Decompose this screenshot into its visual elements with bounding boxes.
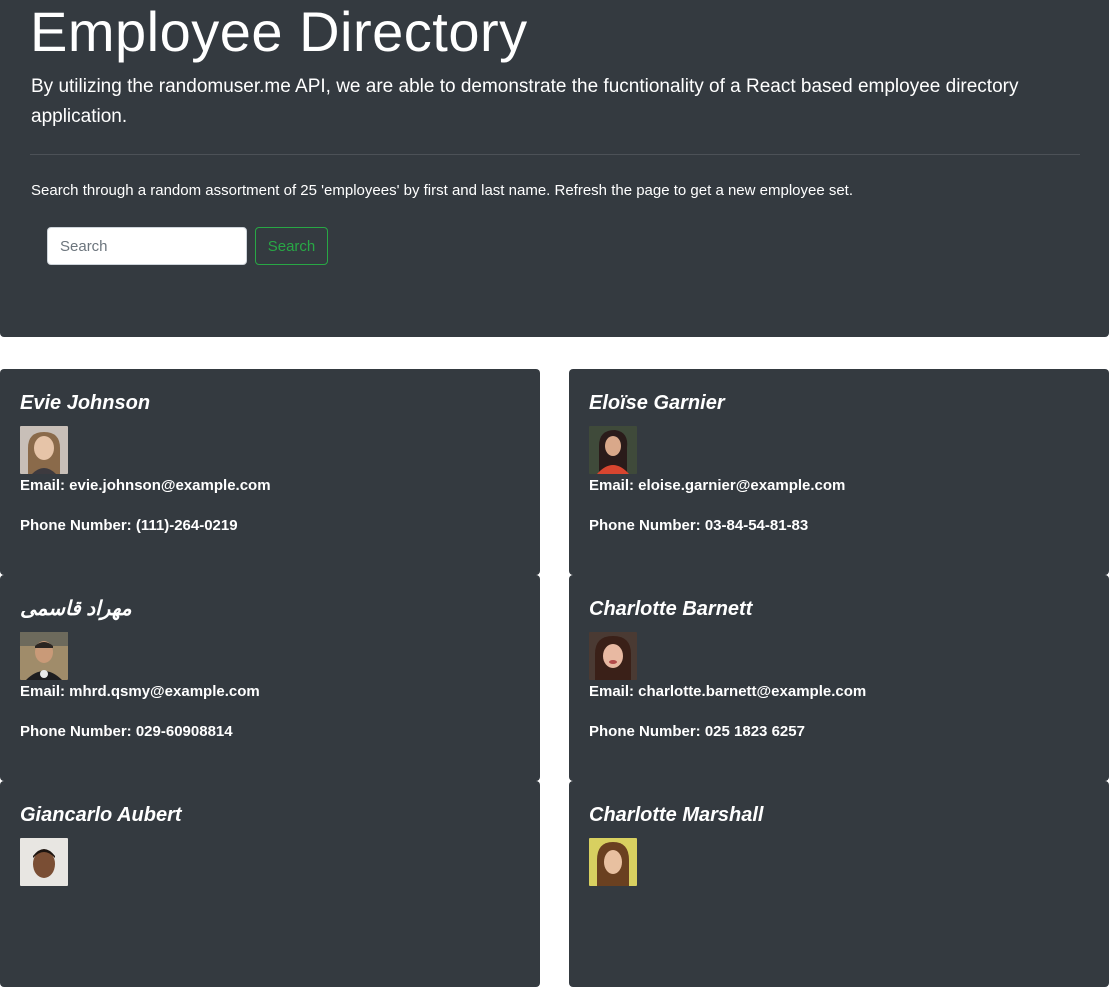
search-instructions: Search through a random assortment of 25… [31,182,854,199]
employee-email: Email: charlotte.barnett@example.com [589,683,867,700]
avatar [589,426,637,474]
avatar [589,838,637,886]
employee-email: Email: eloise.garnier@example.com [589,477,846,494]
page-title: Employee Directory [30,0,528,63]
employee-card: Eloïse Garnier Email: eloise.garnier@exa… [569,369,1109,575]
employee-card: Evie Johnson Email: evie.johnson@example… [0,369,540,575]
employee-card: Charlotte Marshall [569,781,1109,987]
search-input[interactable] [47,227,247,265]
employee-card: Giancarlo Aubert [0,781,540,987]
employee-card: مهراد قاسمی Email: mhrd.qsmy@example.com… [0,575,540,781]
page-description: By utilizing the randomuser.me API, we a… [31,76,1019,127]
avatar [20,632,68,680]
employee-name: Giancarlo Aubert [20,804,182,826]
employee-name: Evie Johnson [20,392,151,414]
search-button[interactable]: Search [255,227,328,265]
avatar [589,632,637,680]
header-divider [30,154,1080,155]
employee-name: مهراد قاسمی [20,598,132,620]
employee-card: Charlotte Barnett Email: charlotte.barne… [569,575,1109,781]
header-jumbotron: Employee Directory By utilizing the rand… [0,0,1109,337]
employee-name: Charlotte Barnett [589,598,753,620]
employee-name: Eloïse Garnier [589,392,725,414]
employee-phone: Phone Number: 029-60908814 [20,723,233,740]
employee-email: Email: evie.johnson@example.com [20,477,271,494]
employee-phone: Phone Number: 03-84-54-81-83 [589,517,809,534]
employee-email: Email: mhrd.qsmy@example.com [20,683,260,700]
employee-phone: Phone Number: (111)-264-0219 [20,517,238,534]
employee-phone: Phone Number: 025 1823 6257 [589,723,805,740]
avatar [20,838,68,886]
employee-name: Charlotte Marshall [589,804,764,826]
avatar [20,426,68,474]
